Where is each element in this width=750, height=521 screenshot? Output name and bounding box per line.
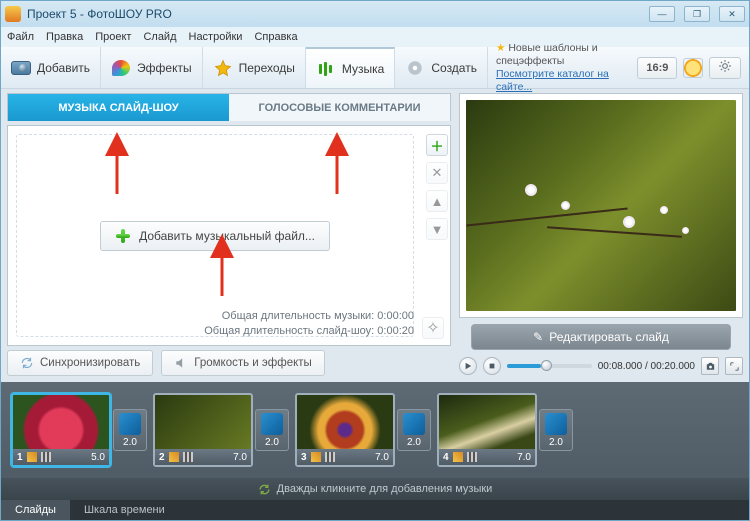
transition-button[interactable]: 2.0: [113, 409, 147, 451]
title-bar: Проект 5 - ФотоШОУ PRO — ❐ ✕: [1, 1, 749, 27]
add-button[interactable]: Добавить: [1, 47, 101, 88]
music-button[interactable]: Музыка: [306, 47, 395, 88]
menu-edit[interactable]: Правка: [46, 31, 83, 43]
tab-slides[interactable]: Слайды: [1, 500, 70, 520]
menu-project[interactable]: Проект: [95, 31, 131, 43]
playback-slider[interactable]: [507, 364, 592, 368]
add-track-button[interactable]: ＋: [426, 134, 448, 156]
music-track-placeholder[interactable]: Дважды кликните для добавления музыки: [1, 478, 749, 500]
menu-file[interactable]: Файл: [7, 31, 34, 43]
main-toolbar: Добавить Эффекты Переходы Музыка Создать…: [1, 47, 749, 89]
tab-timescale[interactable]: Шкала времени: [70, 500, 179, 520]
remove-track-button: ✕: [426, 162, 448, 184]
palette-icon: [111, 58, 131, 78]
music-panel: Добавить музыкальный файл... ＋ ✕ ▲ ▼ Общ…: [7, 125, 451, 346]
sync-icon: [20, 356, 34, 370]
timeline: 15.02.027.02.037.02.047.02.0 Дважды клик…: [1, 382, 749, 520]
edit-slide-button[interactable]: ✎ Редактировать слайд: [471, 324, 731, 350]
theme-button[interactable]: [683, 58, 703, 78]
menu-bar: Файл Правка Проект Слайд Настройки Справ…: [1, 27, 749, 47]
maximize-button[interactable]: ❐: [684, 6, 710, 22]
effects-button[interactable]: Эффекты: [101, 47, 203, 88]
camera-icon: [11, 58, 31, 78]
clip-thumbnail[interactable]: 27.0: [153, 393, 253, 467]
app-icon: [5, 6, 21, 22]
pencil-icon: [311, 452, 321, 462]
clip-thumbnail[interactable]: 47.0: [437, 393, 537, 467]
playback-time: 00:08.000 / 00:20.000: [598, 361, 695, 372]
pencil-icon: ✎: [533, 330, 543, 344]
move-up-button: ▲: [426, 190, 448, 212]
transition-icon: [545, 413, 567, 435]
clip-strip[interactable]: 15.02.027.02.037.02.047.02.0: [1, 382, 749, 478]
tab-voice-comments[interactable]: ГОЛОСОВЫЕ КОММЕНТАРИИ: [229, 94, 450, 121]
magic-wand-button: ✧: [422, 317, 444, 339]
music-tabs: МУЗЫКА СЛАЙД-ШОУ ГОЛОСОВЫЕ КОММЕНТАРИИ: [7, 93, 451, 121]
film-icon: [325, 452, 335, 462]
templates-info: ★ Новые шаблоны и спецэффекты Посмотрите…: [496, 42, 631, 94]
settings-button[interactable]: [709, 57, 741, 79]
music-dropzone[interactable]: Добавить музыкальный файл...: [16, 134, 414, 337]
sync-button[interactable]: Синхронизировать: [7, 350, 153, 376]
disc-icon: [405, 58, 425, 78]
plus-icon: [115, 228, 131, 244]
clip-thumbnail[interactable]: 37.0: [295, 393, 395, 467]
tab-slideshow-music[interactable]: МУЗЫКА СЛАЙД-ШОУ: [8, 94, 229, 121]
minimize-button[interactable]: —: [649, 6, 675, 22]
timeline-tabs: Слайды Шкала времени: [1, 500, 749, 520]
close-button[interactable]: ✕: [719, 6, 745, 22]
playback-bar: 00:08.000 / 00:20.000: [459, 356, 743, 376]
move-down-button: ▼: [426, 218, 448, 240]
preview-image: [466, 100, 736, 311]
create-button[interactable]: Создать: [395, 47, 488, 88]
film-icon: [183, 452, 193, 462]
transition-button[interactable]: 2.0: [397, 409, 431, 451]
stop-button[interactable]: [483, 357, 501, 375]
transition-icon: [261, 413, 283, 435]
menu-slide[interactable]: Слайд: [143, 31, 176, 43]
pencil-icon: [169, 452, 179, 462]
pencil-icon: [27, 452, 37, 462]
window-title: Проект 5 - ФотоШОУ PRO: [27, 7, 172, 21]
star-small-icon: ★: [496, 42, 505, 54]
transition-button[interactable]: 2.0: [539, 409, 573, 451]
music-notes-icon: [316, 59, 336, 79]
star-icon: [213, 58, 233, 78]
gear-icon: [718, 59, 732, 76]
fullscreen-button[interactable]: [725, 357, 743, 375]
transitions-button[interactable]: Переходы: [203, 47, 306, 88]
film-icon: [467, 452, 477, 462]
preview-panel: [459, 93, 743, 318]
menu-help[interactable]: Справка: [254, 31, 297, 43]
transition-icon: [119, 413, 141, 435]
clip-thumbnail[interactable]: 15.0: [11, 393, 111, 467]
menu-settings[interactable]: Настройки: [189, 31, 243, 43]
snapshot-button[interactable]: [701, 357, 719, 375]
transition-button[interactable]: 2.0: [255, 409, 289, 451]
film-icon: [41, 452, 51, 462]
add-music-file-button[interactable]: Добавить музыкальный файл...: [100, 221, 330, 251]
pencil-icon: [453, 452, 463, 462]
volume-effects-button[interactable]: Громкость и эффекты: [161, 350, 325, 376]
play-button[interactable]: [459, 357, 477, 375]
duration-info: Общая длительность музыки: 0:00:00 Общая…: [204, 309, 414, 339]
transition-icon: [403, 413, 425, 435]
refresh-icon: [258, 483, 271, 496]
volume-icon: [174, 356, 188, 370]
aspect-ratio-button[interactable]: 16:9: [637, 57, 677, 79]
